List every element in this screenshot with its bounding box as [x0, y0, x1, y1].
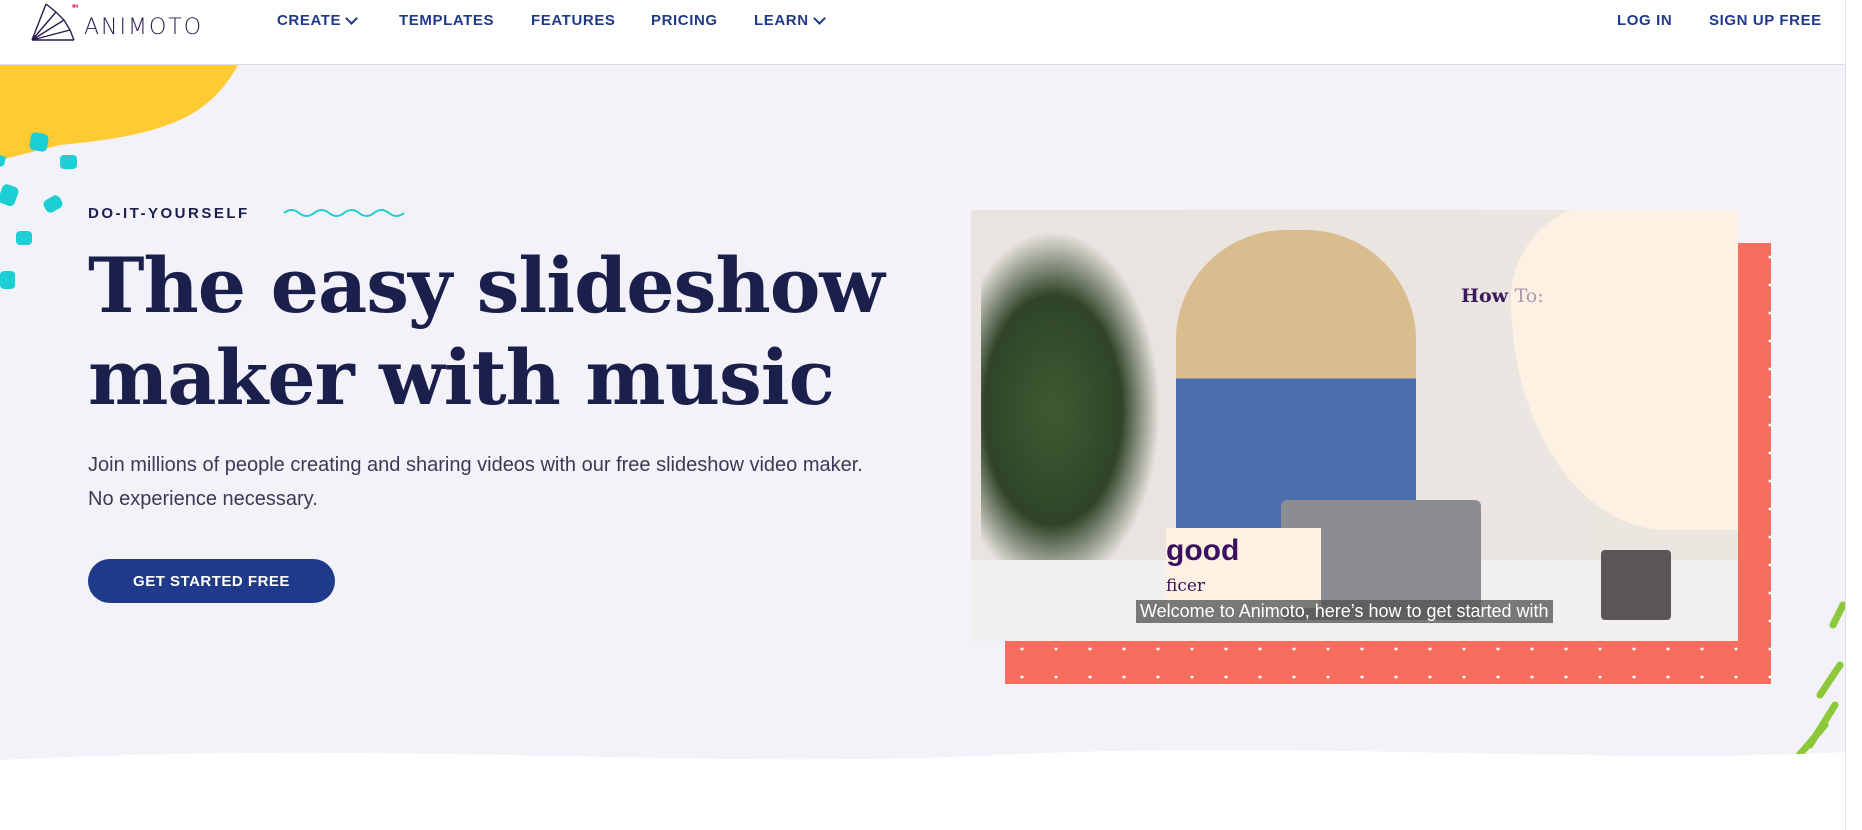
login-label: LOG IN [1617, 12, 1673, 29]
eyebrow-label: DO-IT-YOURSELF [88, 205, 405, 222]
nav-templates-label: TEMPLATES [399, 12, 495, 29]
squiggle-decoration [283, 209, 405, 217]
nav-templates[interactable]: TEMPLATES [399, 12, 494, 29]
animoto-logo-icon [31, 3, 78, 41]
lower-third-title: ficer [1166, 576, 1206, 596]
video-background-shape [1511, 210, 1738, 530]
scrollbar[interactable] [1845, 0, 1862, 830]
page-title: The easy slideshow maker with music [88, 240, 885, 424]
logo-text: ANIMOTO [84, 15, 204, 40]
signup-link[interactable]: SIGN UP FREE [1709, 12, 1822, 29]
howto-b: To: [1514, 285, 1544, 307]
video-camera [1601, 550, 1671, 620]
video-lower-third: good ficer [1166, 528, 1321, 608]
chevron-down-icon [345, 11, 359, 25]
title-line-2: maker with music [88, 333, 835, 422]
chevron-down-icon [812, 11, 826, 25]
nav-pricing[interactable]: PRICING [651, 12, 718, 29]
nav-features[interactable]: FEATURES [531, 12, 616, 29]
nav-create-label: CREATE [277, 12, 342, 29]
hero-section: DO-IT-YOURSELF The easy slideshow maker w… [0, 65, 1845, 765]
intro-video[interactable]: How To: good ficer Welcome to Animoto, h… [971, 210, 1738, 641]
eyebrow-text: DO-IT-YOURSELF [88, 205, 250, 222]
nav-pricing-label: PRICING [651, 12, 718, 29]
nav-learn[interactable]: LEARN [754, 11, 826, 29]
video-howto-title: How To: [1461, 285, 1544, 307]
title-line-1: The easy slideshow [88, 241, 885, 330]
section-wave-divider [0, 750, 1845, 830]
nav-learn-label: LEARN [754, 12, 809, 29]
get-started-button[interactable]: GET STARTED FREE [88, 559, 335, 603]
nav-create[interactable]: CREATE [277, 11, 359, 29]
nav-features-label: FEATURES [531, 12, 616, 29]
logo[interactable]: ANIMOTO [30, 2, 203, 42]
video-caption: Welcome to Animoto, here’s how to get st… [1136, 600, 1553, 623]
signup-label: SIGN UP FREE [1709, 12, 1822, 29]
howto-a: How [1461, 285, 1508, 307]
hero-description: Join millions of people creating and sha… [88, 454, 863, 510]
login-link[interactable]: LOG IN [1617, 12, 1672, 29]
video-plant [981, 230, 1161, 590]
lower-third-name: good [1166, 534, 1240, 567]
top-navigation: ANIMOTO CREATE TEMPLATES FEATURES PRICIN… [0, 0, 1845, 65]
